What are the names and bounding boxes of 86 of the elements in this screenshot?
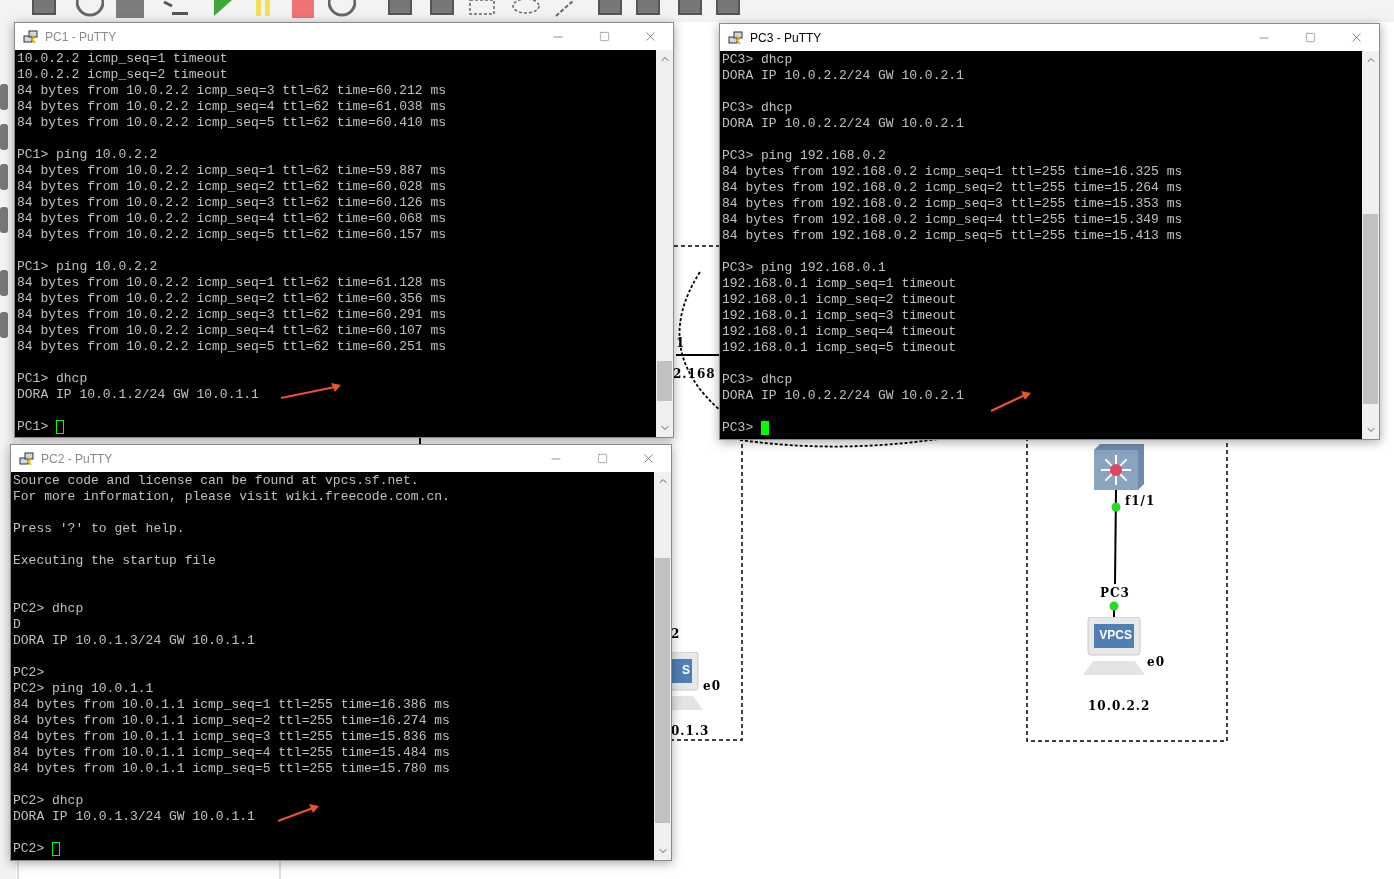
terminal-line: PC1> ping 10.0.2.2 bbox=[17, 259, 158, 275]
node-label: PC3 bbox=[1100, 586, 1130, 600]
terminal-line: 84 bytes from 10.0.2.2 icmp_seq=5 ttl=62 time=60.157 ms bbox=[17, 227, 447, 243]
terminal-line: 84 bytes from 192.168.0.2 icmp_seq=5 ttl=255 time=15.413 ms bbox=[722, 228, 1183, 244]
terminal-line: PC3> dhcp bbox=[722, 372, 793, 388]
terminal-line: 84 bytes from 192.168.0.2 icmp_seq=1 ttl=255 time=16.325 ms bbox=[722, 164, 1183, 180]
scrollbar-thumb[interactable] bbox=[655, 558, 670, 823]
terminal-line: For more information, please visit wiki.freecode.com.cn. bbox=[13, 489, 450, 505]
maximize-icon[interactable] bbox=[596, 453, 608, 464]
terminal-line: 84 bytes from 192.168.0.2 icmp_seq=3 ttl=255 time=15.353 ms bbox=[722, 196, 1183, 212]
screen-label: VPCS bbox=[1099, 628, 1132, 642]
terminal-line: 84 bytes from 10.0.2.2 icmp_seq=4 ttl=62 time=60.107 ms bbox=[17, 323, 447, 339]
terminal-line: 84 bytes from 192.168.0.2 icmp_seq=4 ttl=255 time=15.349 ms bbox=[722, 212, 1183, 228]
scrollbar-thumb[interactable] bbox=[657, 361, 672, 401]
terminal-line: PC2> dhcp bbox=[13, 601, 84, 617]
terminal-line: 84 bytes from 10.0.2.2 icmp_seq=3 ttl=62 time=60.212 ms bbox=[17, 83, 447, 99]
terminal-line: 84 bytes from 10.0.1.1 icmp_seq=1 ttl=255 time=16.386 ms bbox=[13, 697, 450, 713]
scrollbar[interactable] bbox=[654, 472, 671, 860]
terminal-line: DORA IP 10.0.2.2/24 GW 10.0.2.1 bbox=[722, 68, 964, 84]
terminal-line: 84 bytes from 10.0.2.2 icmp_seq=4 ttl=62 time=61.038 ms bbox=[17, 99, 447, 115]
terminal-line: 192.168.0.1 icmp_seq=2 timeout bbox=[722, 292, 957, 308]
maximize-icon[interactable] bbox=[598, 31, 610, 42]
terminal-line: 84 bytes from 10.0.2.2 icmp_seq=2 ttl=62 time=60.356 ms bbox=[17, 291, 447, 307]
terminal-line: PC3> ping 192.168.0.2 bbox=[722, 148, 886, 164]
computer-icon bbox=[728, 29, 744, 46]
window-title: PC3 - PuTTY bbox=[750, 29, 822, 47]
screen-label: S bbox=[682, 663, 690, 677]
terminal-line: 84 bytes from 10.0.2.2 icmp_seq=4 ttl=62 time=60.068 ms bbox=[17, 211, 447, 227]
terminal-line: PC2> bbox=[13, 665, 45, 681]
window-title: PC1 - PuTTY bbox=[45, 28, 117, 46]
terminal-line: 10.0.2.2 icmp_seq=2 timeout bbox=[17, 67, 228, 83]
window-title: PC2 - PuTTY bbox=[41, 450, 113, 468]
terminal-line: PC2> ping 10.0.1.1 bbox=[13, 681, 154, 697]
terminal-line: PC3> bbox=[722, 420, 754, 436]
computer-icon bbox=[19, 450, 35, 467]
terminal-line: 192.168.0.1 icmp_seq=5 timeout bbox=[722, 340, 957, 356]
terminal-line: 84 bytes from 10.0.1.1 icmp_seq=2 ttl=255 time=16.274 ms bbox=[13, 713, 450, 729]
terminal-line: D bbox=[13, 617, 21, 633]
terminal-line: 84 bytes from 10.0.2.2 icmp_seq=5 ttl=62 time=60.251 ms bbox=[17, 339, 447, 355]
terminal-line: Executing the startup file bbox=[13, 553, 216, 569]
scrollbar[interactable] bbox=[1362, 51, 1379, 439]
terminal-line: DORA IP 10.0.1.3/24 GW 10.0.1.1 bbox=[13, 633, 255, 649]
terminal-line: PC1> ping 10.0.2.2 bbox=[17, 147, 158, 163]
terminal-line: DORA IP 10.0.2.2/24 GW 10.0.2.1 bbox=[722, 388, 964, 404]
terminal-line: 84 bytes from 10.0.2.2 icmp_seq=1 ttl=62 time=59.887 ms bbox=[17, 163, 447, 179]
terminal-line: 84 bytes from 10.0.1.1 icmp_seq=5 ttl=255 time=15.780 ms bbox=[13, 761, 450, 777]
terminal-line: 84 bytes from 10.0.2.2 icmp_seq=2 ttl=62 time=60.028 ms bbox=[17, 179, 447, 195]
terminal-line: 192.168.0.1 icmp_seq=3 timeout bbox=[722, 308, 957, 324]
terminal-line: 84 bytes from 10.0.2.2 icmp_seq=1 ttl=62 time=61.128 ms bbox=[17, 275, 447, 291]
terminal-line: PC1> bbox=[17, 419, 49, 435]
terminal-line: PC3> dhcp bbox=[722, 100, 793, 116]
terminal-line: PC3> ping 192.168.0.1 bbox=[722, 260, 886, 276]
terminal-line: 84 bytes from 10.0.2.2 icmp_seq=3 ttl=62 time=60.291 ms bbox=[17, 307, 447, 323]
terminal-line: 10.0.2.2 icmp_seq=1 timeout bbox=[17, 51, 228, 67]
scrollbar-thumb[interactable] bbox=[1363, 214, 1378, 404]
terminal-line: PC2> bbox=[13, 841, 45, 857]
terminal-line: Source code and license can be found at vpcs.sf.net. bbox=[13, 473, 419, 489]
terminal-line: 84 bytes from 10.0.2.2 icmp_seq=3 ttl=62 time=60.126 ms bbox=[17, 195, 447, 211]
terminal-line: DORA IP 10.0.1.2/24 GW 10.0.1.1 bbox=[17, 387, 259, 403]
terminal-line: 84 bytes from 10.0.1.1 icmp_seq=3 ttl=255 time=15.836 ms bbox=[13, 729, 450, 745]
console-icon[interactable] bbox=[162, 0, 190, 18]
node-label: 0.1.3 bbox=[671, 724, 710, 738]
node-label: 2 bbox=[671, 627, 681, 641]
terminal-line: PC1> dhcp bbox=[17, 371, 88, 387]
node-label: e0 bbox=[703, 679, 721, 693]
terminal-line: DORA IP 10.0.1.3/24 GW 10.0.1.1 bbox=[13, 809, 255, 825]
terminal-line: PC3> dhcp bbox=[722, 52, 793, 68]
terminal-line: Press '?' to get help. bbox=[13, 521, 185, 537]
computer-icon bbox=[1082, 617, 1146, 677]
terminal-line: 192.168.0.1 icmp_seq=4 timeout bbox=[722, 324, 957, 340]
terminal-line: 84 bytes from 192.168.0.2 icmp_seq=2 ttl=255 time=15.264 ms bbox=[722, 180, 1183, 196]
node-label: 10.0.2.2 bbox=[1088, 699, 1151, 713]
terminal-line: DORA IP 10.0.2.2/24 GW 10.0.2.1 bbox=[722, 116, 964, 132]
computer-icon bbox=[23, 28, 39, 45]
scrollbar[interactable] bbox=[656, 50, 673, 437]
switch-icon bbox=[1092, 444, 1144, 492]
terminal-line: 84 bytes from 10.0.1.1 icmp_seq=4 ttl=255 time=15.484 ms bbox=[13, 745, 450, 761]
terminal-line: 192.168.0.1 icmp_seq=1 timeout bbox=[722, 276, 957, 292]
node-label: e0 bbox=[1147, 655, 1165, 669]
maximize-icon[interactable] bbox=[1304, 32, 1316, 43]
port-dot bbox=[1109, 601, 1119, 611]
node-label: 2.168 bbox=[673, 367, 716, 381]
terminal-line: 84 bytes from 10.0.2.2 icmp_seq=5 ttl=62 time=60.410 ms bbox=[17, 115, 447, 131]
node-label: f1/1 bbox=[1125, 494, 1156, 508]
terminal-line: PC2> dhcp bbox=[13, 793, 84, 809]
port-dot bbox=[1111, 502, 1121, 512]
